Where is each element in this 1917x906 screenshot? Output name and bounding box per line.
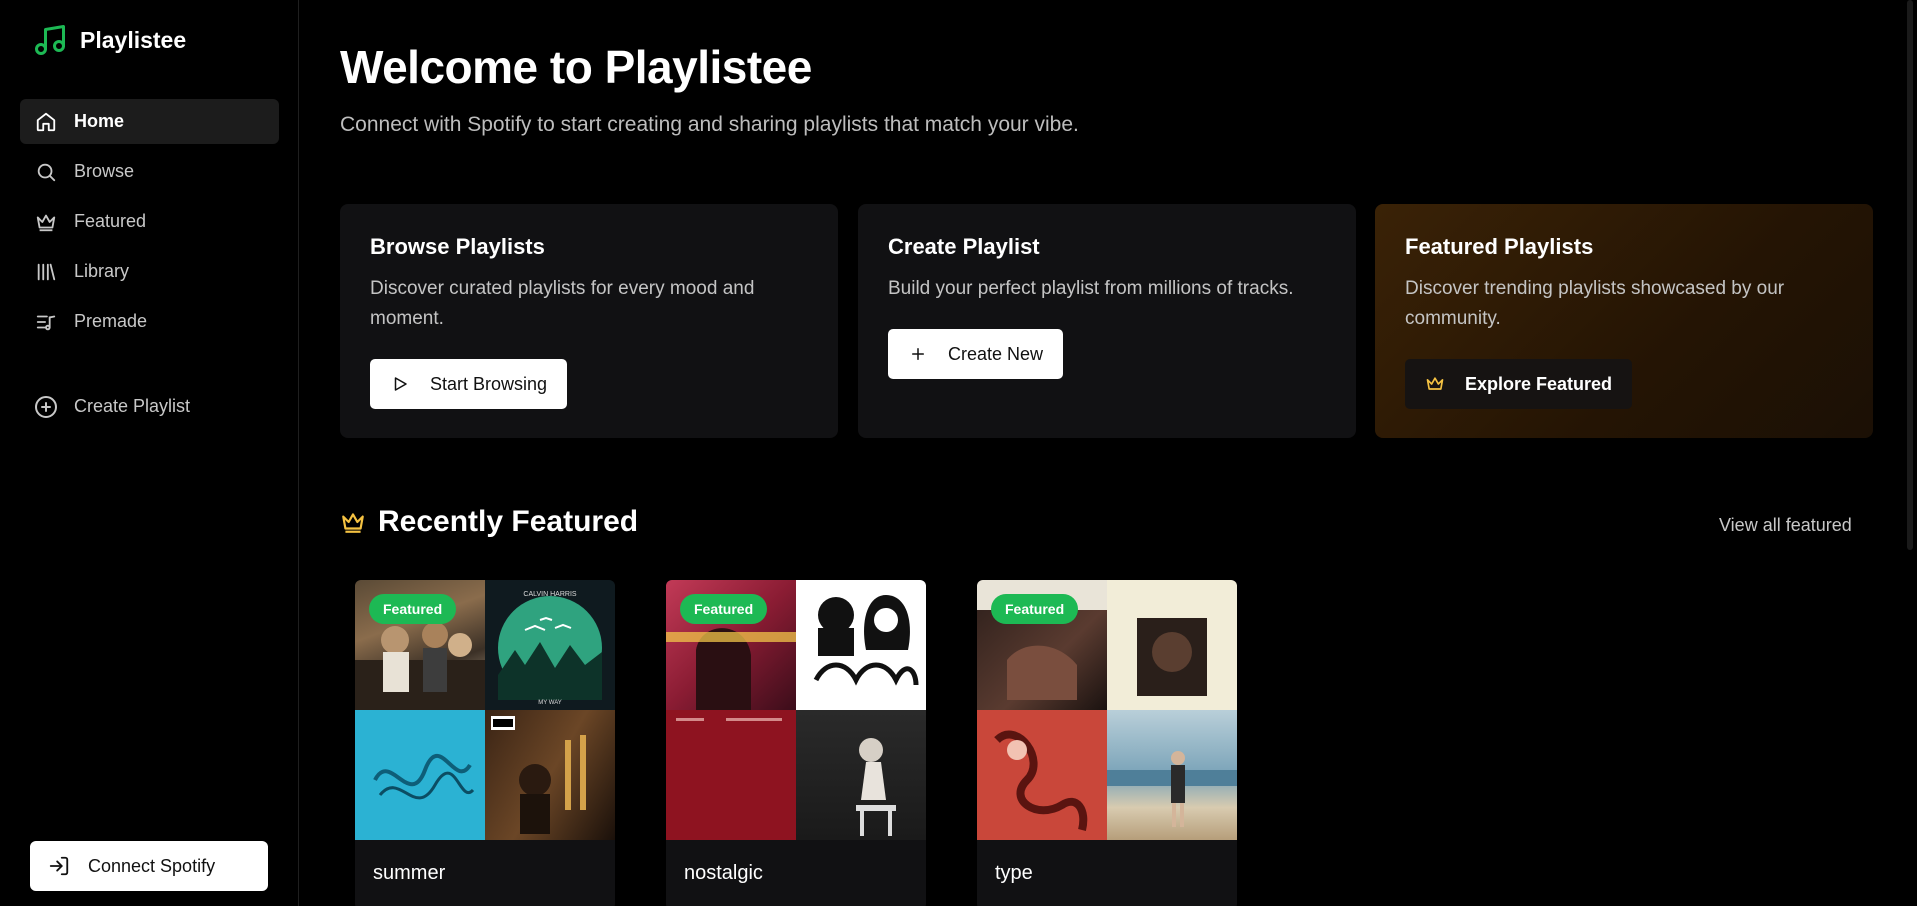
create-new-button[interactable]: Create New — [888, 329, 1064, 379]
sidebar-item-library[interactable]: Library — [20, 249, 279, 294]
sidebar-nav: Home Browse Featured Library Premade Cre… — [20, 99, 279, 418]
playlist-card-summer[interactable]: CALVIN HARRIS MY WAY Featured summer — [355, 580, 615, 906]
album-cover — [355, 710, 485, 840]
album-cover — [1107, 710, 1237, 840]
app-name: Playlistee — [80, 26, 187, 53]
create-playlist-button[interactable]: Create Playlist — [20, 384, 279, 429]
card-title: Featured Playlists — [1405, 234, 1594, 259]
recently-featured-header: Recently Featured — [340, 505, 638, 539]
page-subtitle: Connect with Spotify to start creating a… — [340, 113, 1079, 136]
sidebar-item-label: Premade — [74, 311, 148, 331]
page-title: Welcome to Playlistee — [340, 41, 812, 93]
svg-text:MY WAY: MY WAY — [538, 700, 562, 706]
play-icon — [390, 374, 410, 394]
playlist-card-nostalgic[interactable]: Featured nostalgic — [666, 580, 926, 906]
connect-spotify-label: Connect Spotify — [88, 855, 216, 876]
sidebar-item-label: Home — [74, 111, 125, 131]
album-cover: CALVIN HARRIS MY WAY — [485, 580, 615, 710]
sidebar: Playlistee Home Browse Featured Library — [0, 0, 299, 906]
search-icon — [34, 160, 58, 184]
crown-icon — [342, 513, 364, 533]
sidebar-item-label: Library — [74, 261, 130, 281]
sidebar-item-premade[interactable]: Premade — [20, 299, 279, 344]
album-art-mosaic: Featured — [977, 580, 1237, 840]
featured-badge: Featured — [680, 594, 768, 624]
card-description: Build your perfect playlist from million… — [888, 278, 1294, 299]
button-label: Start Browsing — [430, 373, 548, 394]
album-cover — [666, 710, 796, 840]
featured-badge: Featured — [991, 594, 1079, 624]
view-all-featured-link[interactable]: View all featured — [1719, 515, 1852, 536]
browse-playlists-card: Browse Playlists Discover curated playli… — [340, 204, 838, 438]
section-title: Recently Featured — [378, 505, 639, 538]
button-label: Create New — [948, 343, 1044, 364]
card-description: Discover trending playlists showcased by… — [1405, 278, 1785, 329]
crown-icon — [1425, 374, 1445, 394]
button-label: Explore Featured — [1465, 373, 1613, 394]
music-note-icon — [35, 25, 65, 55]
album-cover — [1107, 580, 1237, 710]
sidebar-item-label: Browse — [74, 161, 135, 181]
home-icon — [34, 110, 58, 134]
album-cover — [796, 710, 926, 840]
playlist-name: summer — [373, 862, 446, 884]
sidebar-item-label: Featured — [74, 211, 147, 231]
featured-playlists-card: Featured Playlists Discover trending pla… — [1375, 204, 1873, 438]
card-title: Browse Playlists — [370, 234, 545, 259]
app-logo[interactable]: Playlistee — [32, 22, 186, 58]
card-description: Discover curated playlists for every moo… — [370, 278, 755, 329]
sidebar-item-home[interactable]: Home — [20, 99, 279, 144]
playlist-name: type — [995, 862, 1033, 884]
card-title: Create Playlist — [888, 234, 1040, 259]
library-icon — [34, 260, 58, 284]
start-browsing-button[interactable]: Start Browsing — [370, 359, 568, 409]
scrollbar[interactable] — [1907, 0, 1913, 550]
sidebar-item-featured[interactable]: Featured — [20, 199, 279, 244]
plus-icon — [908, 344, 928, 364]
sidebar-item-browse[interactable]: Browse — [20, 149, 279, 194]
login-icon — [49, 856, 69, 876]
playlist-name: nostalgic — [684, 862, 763, 884]
plus-circle-icon — [34, 395, 58, 419]
album-art-mosaic: CALVIN HARRIS MY WAY Featured — [355, 580, 615, 840]
album-cover — [977, 710, 1107, 840]
playlist-card-type[interactable]: Featured type — [977, 580, 1237, 906]
album-cover — [796, 580, 926, 710]
main-content: Welcome to Playlistee Connect with Spoti… — [300, 0, 1917, 906]
connect-spotify-button[interactable]: Connect Spotify — [30, 841, 268, 891]
list-music-icon — [34, 310, 58, 334]
featured-badge: Featured — [369, 594, 457, 624]
explore-featured-button[interactable]: Explore Featured — [1405, 359, 1633, 409]
album-art-mosaic: Featured — [666, 580, 926, 840]
crown-icon — [34, 210, 58, 234]
create-playlist-card: Create Playlist Build your perfect playl… — [858, 204, 1356, 438]
album-cover — [485, 710, 615, 840]
svg-text:CALVIN HARRIS: CALVIN HARRIS — [523, 591, 576, 598]
create-playlist-label: Create Playlist — [74, 396, 191, 416]
